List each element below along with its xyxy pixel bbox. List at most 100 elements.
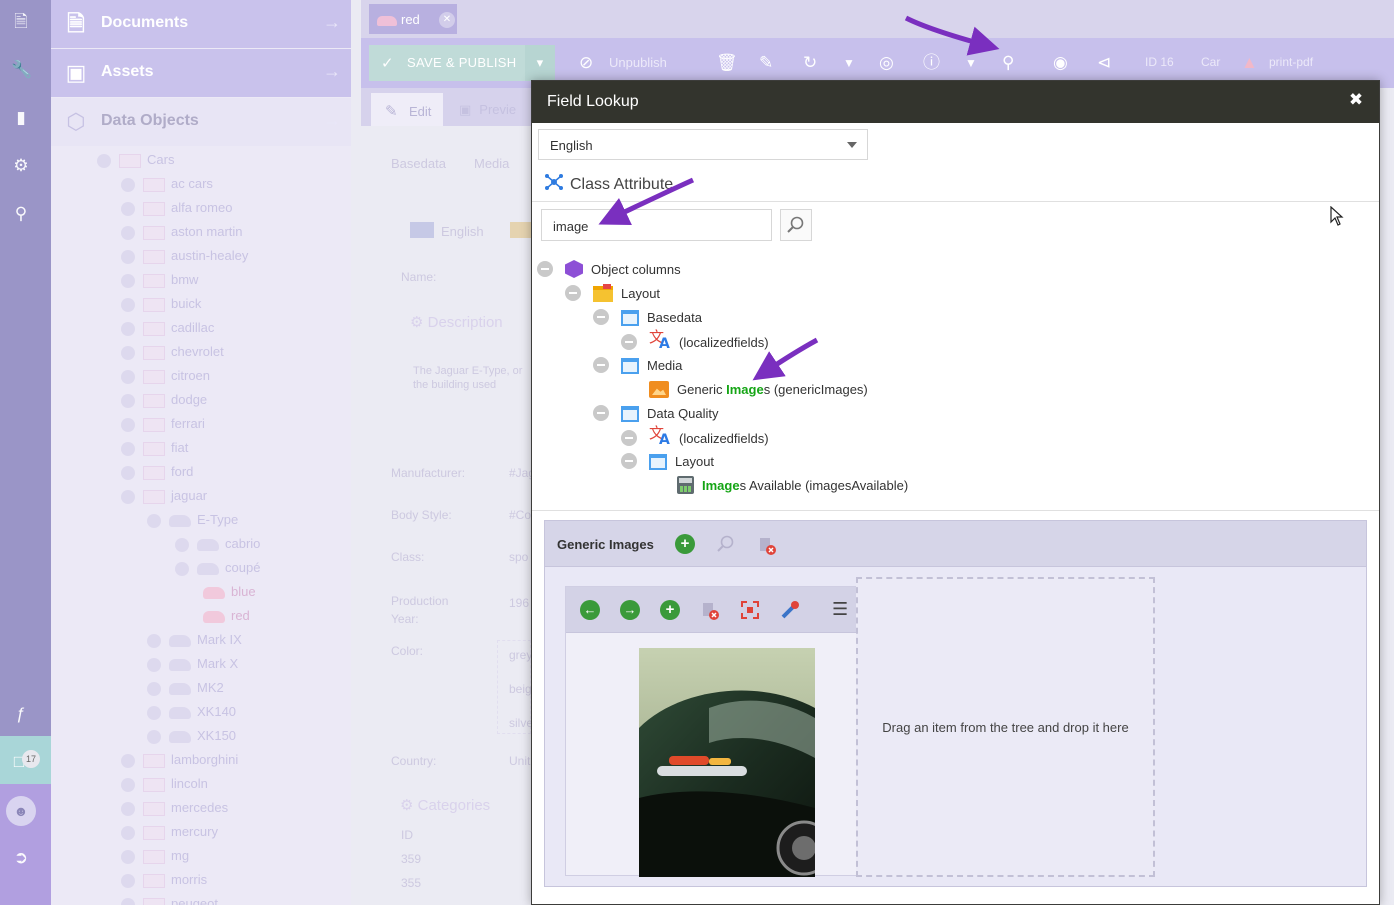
- close-icon[interactable]: ✕: [439, 12, 455, 28]
- expand-icon[interactable]: [121, 177, 135, 192]
- tree-item[interactable]: aston martin: [121, 221, 243, 243]
- expand-icon[interactable]: [147, 513, 161, 528]
- tree-node-images-available[interactable]: Images Available (imagesAvailable): [677, 475, 908, 497]
- search-icon[interactable]: [716, 534, 736, 554]
- subtab-basedata[interactable]: Basedata: [391, 156, 446, 171]
- tree-item[interactable]: XK150: [147, 725, 236, 747]
- reload-icon[interactable]: ↻: [803, 51, 817, 75]
- tree-item[interactable]: mg: [121, 845, 189, 867]
- crop-icon[interactable]: [739, 599, 761, 621]
- close-icon[interactable]: ✖: [1347, 91, 1365, 109]
- expand-icon[interactable]: [121, 393, 135, 408]
- collapse-icon[interactable]: [593, 357, 609, 373]
- wrench-icon[interactable]: 🔧: [11, 60, 32, 80]
- collapse-icon[interactable]: [621, 453, 637, 469]
- color-option[interactable]: beig: [509, 682, 532, 696]
- expand-icon[interactable]: [121, 873, 135, 888]
- tree-item[interactable]: morris: [121, 869, 207, 891]
- collapse-icon[interactable]: [593, 405, 609, 421]
- unpublish-icon[interactable]: ⊘: [579, 51, 593, 75]
- tree-node-layout[interactable]: Layout: [621, 451, 714, 473]
- tree-item[interactable]: lincoln: [121, 773, 208, 795]
- tree-item[interactable]: buick: [121, 293, 201, 315]
- tree-item[interactable]: peugeot: [121, 893, 218, 905]
- tree-node-basedata[interactable]: Basedata: [593, 307, 702, 329]
- tab-preview[interactable]: ▣ Previe: [459, 102, 516, 118]
- tree-node-generic-images[interactable]: Generic Images (genericImages): [649, 379, 868, 401]
- arrow-right-icon[interactable]: →: [620, 600, 640, 620]
- tree-item[interactable]: cabrio: [175, 533, 260, 555]
- expand-icon[interactable]: [175, 561, 189, 576]
- tree-item[interactable]: dodge: [121, 389, 207, 411]
- tree-item[interactable]: cadillac: [121, 317, 214, 339]
- expand-icon[interactable]: [121, 441, 135, 456]
- collapse-icon[interactable]: [621, 430, 637, 446]
- expand-icon[interactable]: [121, 369, 135, 384]
- chevron-down-icon[interactable]: ▼: [843, 51, 855, 75]
- tree-item[interactable]: MK2: [147, 677, 224, 699]
- tree-item[interactable]: bmw: [121, 269, 198, 291]
- tree-item[interactable]: blue: [203, 581, 256, 603]
- pencil-icon[interactable]: ✎: [759, 51, 773, 75]
- tree-node-localizedfields[interactable]: 文 A (localizedfields): [621, 330, 769, 353]
- expand-icon[interactable]: [121, 321, 135, 336]
- expand-icon[interactable]: [121, 417, 135, 432]
- tree-item[interactable]: jaguar: [121, 485, 207, 507]
- expand-icon[interactable]: [147, 705, 161, 720]
- menu-icon[interactable]: ☰: [832, 599, 848, 620]
- expand-icon[interactable]: [121, 825, 135, 840]
- tree-item[interactable]: Mark IX: [147, 629, 242, 651]
- expand-icon[interactable]: [121, 249, 135, 264]
- delete-icon[interactable]: [756, 534, 778, 556]
- add-icon[interactable]: +: [675, 534, 695, 554]
- file-icon[interactable]: 🗎: [11, 12, 31, 32]
- tree-node-object-columns[interactable]: Object columns: [537, 259, 681, 281]
- nav-section-assets[interactable]: ▣ Assets →: [51, 49, 351, 97]
- pdf-icon[interactable]: ▲: [1241, 51, 1258, 75]
- document-tab[interactable]: red ✕: [369, 4, 457, 34]
- expand-icon[interactable]: [121, 297, 135, 312]
- tree-node-data-quality[interactable]: Data Quality: [593, 403, 719, 425]
- tree-item[interactable]: citroen: [121, 365, 210, 387]
- search-button[interactable]: [780, 209, 812, 241]
- expand-icon[interactable]: [147, 681, 161, 696]
- car-image[interactable]: [639, 648, 815, 877]
- expand-icon[interactable]: [147, 729, 161, 744]
- tree-item[interactable]: mercury: [121, 821, 218, 843]
- nav-section-data-objects[interactable]: ⬡ Data Objects →: [51, 98, 351, 146]
- color-option[interactable]: silve: [509, 716, 533, 730]
- expand-icon[interactable]: [121, 273, 135, 288]
- tree-node-layout[interactable]: Layout: [565, 283, 660, 305]
- print-pdf-button[interactable]: print-pdf: [1269, 55, 1313, 69]
- tree-item[interactable]: Cars: [97, 149, 174, 171]
- tree-node-media[interactable]: Media: [593, 355, 682, 377]
- chevron-down-icon[interactable]: ▾: [525, 45, 555, 81]
- avatar[interactable]: ☻: [6, 796, 36, 826]
- tree-item[interactable]: alfa romeo: [121, 197, 232, 219]
- tree-item[interactable]: austin-healey: [121, 245, 248, 267]
- tree-item[interactable]: XK140: [147, 701, 236, 723]
- tree-item[interactable]: chevrolet: [121, 341, 224, 363]
- tree-item[interactable]: E-Type: [147, 509, 238, 531]
- tree-item[interactable]: red: [203, 605, 250, 627]
- collapse-icon[interactable]: [621, 334, 637, 350]
- language-tab-english[interactable]: English: [441, 224, 484, 239]
- tree-item[interactable]: mercedes: [121, 797, 228, 819]
- expand-icon[interactable]: [121, 801, 135, 816]
- search-icon[interactable]: ⚲: [1002, 51, 1014, 75]
- expand-icon[interactable]: [121, 345, 135, 360]
- unpublish-button[interactable]: Unpublish: [609, 55, 667, 70]
- symfony-icon[interactable]: ƒ: [11, 704, 31, 724]
- expand-icon[interactable]: [121, 489, 135, 504]
- image-drop-zone[interactable]: Drag an item from the tree and drop it h…: [856, 577, 1155, 877]
- expand-icon[interactable]: [121, 753, 135, 768]
- trash-icon[interactable]: 🗑: [716, 51, 738, 75]
- tree-item[interactable]: lamborghini: [121, 749, 238, 771]
- color-option[interactable]: grey: [509, 648, 532, 662]
- info-icon[interactable]: ⓘ: [923, 51, 940, 75]
- tree-item[interactable]: ferrari: [121, 413, 205, 435]
- target-icon[interactable]: ◎: [879, 51, 894, 75]
- tree-item[interactable]: coupé: [175, 557, 260, 579]
- nav-section-documents[interactable]: 🗎 Documents →: [51, 0, 351, 48]
- expand-icon[interactable]: [121, 849, 135, 864]
